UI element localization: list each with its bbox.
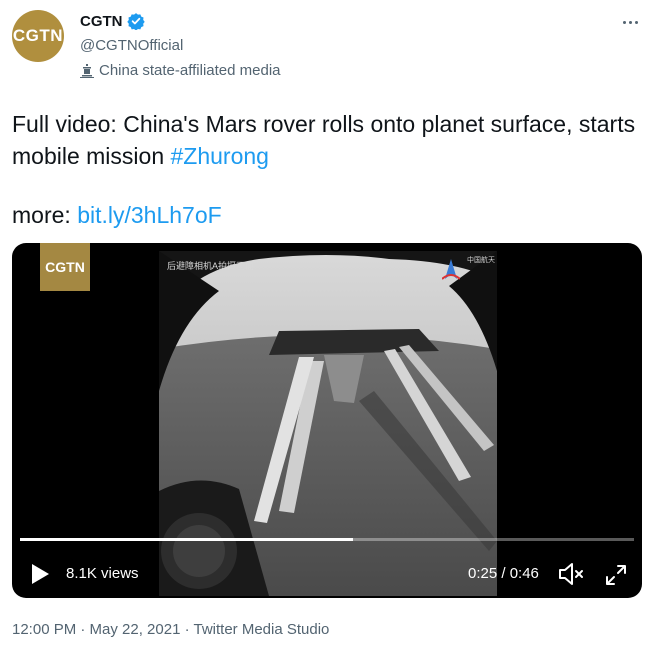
logo-text: 中国航天 (467, 257, 495, 264)
video-player[interactable]: CGTN 后避障相机A拍摄画面 中国航天 8.1K views 0:25 / 0… (12, 243, 642, 598)
author-handle[interactable]: @CGTNOfficial (80, 37, 183, 54)
tweet-more-line: more: bit.ly/3hLh7oF (12, 199, 222, 231)
author-name[interactable]: CGTN (80, 13, 123, 30)
short-link[interactable]: bit.ly/3hLh7oF (77, 202, 221, 228)
channel-badge: CGTN (40, 243, 90, 291)
hashtag-link[interactable]: #Zhurong (171, 143, 269, 169)
affiliation-text: China state-affiliated media (99, 62, 281, 79)
avatar-text: CGTN (12, 26, 64, 45)
view-count: 8.1K views (66, 565, 139, 582)
video-frame (159, 251, 497, 596)
more-options-icon[interactable] (618, 12, 642, 32)
fullscreen-icon[interactable] (604, 563, 628, 587)
volume-icon[interactable] (558, 562, 584, 586)
space-agency-logo-icon (442, 259, 460, 280)
video-time: 0:25 / 0:46 (468, 565, 539, 582)
state-affiliation-label[interactable]: China state-affiliated media (80, 62, 281, 79)
tweet-body: Full video: China's Mars rover rolls ont… (12, 111, 636, 169)
tweet-text: Full video: China's Mars rover rolls ont… (12, 108, 644, 172)
progress-bar[interactable] (20, 538, 634, 541)
progress-fill (20, 538, 354, 541)
verified-badge-icon (126, 13, 145, 30)
avatar[interactable]: CGTN (12, 10, 64, 62)
camera-label: 后避障相机A拍摄画面 (167, 261, 255, 271)
play-icon[interactable] (30, 563, 50, 585)
more-prefix: more: (12, 202, 78, 228)
author-name-row[interactable]: CGTN (80, 12, 145, 30)
tweet-timestamp[interactable]: 12:00 PM · May 22, 2021 · Twitter Media … (12, 621, 329, 638)
state-media-icon (80, 63, 94, 78)
